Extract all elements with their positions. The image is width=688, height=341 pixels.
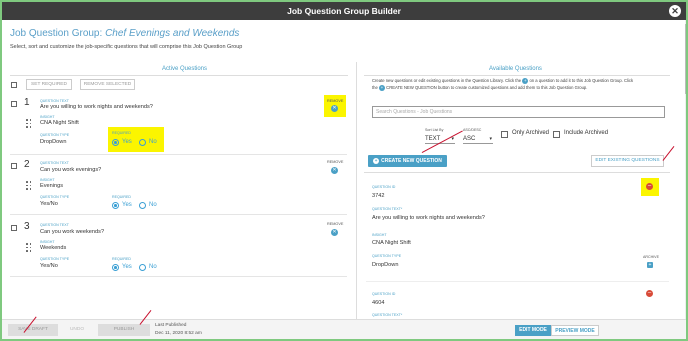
- question-insight: CNA Night Shift: [40, 120, 79, 126]
- required-yes-radio[interactable]: [112, 202, 119, 209]
- set-required-button[interactable]: SET REQUIRED: [26, 79, 72, 90]
- question-text: Can you work weekends?: [40, 229, 105, 235]
- question-type: DropDown: [40, 139, 67, 145]
- required-yes-radio[interactable]: [112, 139, 119, 146]
- question-insight: Evenings: [40, 183, 64, 189]
- page-subtitle: Select, sort and customize the job-speci…: [10, 44, 243, 50]
- question-text: Are you willing to work nights and weeke…: [40, 104, 153, 110]
- create-new-question-button[interactable]: + CREATE NEW QUESTION: [368, 155, 447, 167]
- preview-mode-button[interactable]: PREVIEW MODE: [551, 325, 599, 336]
- include-archived-checkbox[interactable]: [553, 131, 560, 138]
- question-insight: CNA Night Shift: [372, 240, 411, 246]
- window-title: Job Question Group Builder: [287, 6, 401, 16]
- remove-icon[interactable]: –: [646, 183, 653, 190]
- only-archived-checkbox[interactable]: [501, 131, 508, 138]
- last-published-label: Last Published: [155, 323, 187, 328]
- divider: [364, 172, 670, 173]
- required-no-radio[interactable]: [139, 202, 146, 209]
- drag-handle-icon[interactable]: [26, 181, 32, 190]
- drag-handle-icon[interactable]: [26, 243, 32, 252]
- required-no-radio[interactable]: [139, 139, 146, 146]
- title-bar: Job Question Group Builder ✕: [2, 2, 686, 20]
- drag-handle-icon[interactable]: [26, 119, 32, 128]
- remove-icon[interactable]: ✕: [331, 105, 338, 112]
- remove-icon[interactable]: ✕: [331, 229, 338, 236]
- add-icon: +: [379, 84, 385, 91]
- close-icon[interactable]: ✕: [669, 5, 681, 17]
- page-title: Job Question Group: Chef Evenings and We…: [10, 28, 240, 39]
- divider: [10, 75, 348, 76]
- question-text: Are you willing to work nights and weeke…: [372, 215, 485, 221]
- question-checkbox[interactable]: [11, 101, 17, 107]
- group-name: Chef Evenings and Weekends: [105, 28, 240, 39]
- question-insight: Weekends: [40, 245, 67, 251]
- required-yes-radio[interactable]: [112, 264, 119, 271]
- question-checkbox[interactable]: [11, 225, 17, 231]
- order-select[interactable]: ASC: [463, 134, 493, 144]
- question-type: Yes/No: [40, 263, 58, 269]
- question-text: Can you work evenings?: [40, 167, 102, 173]
- question-type: DropDown: [372, 262, 399, 268]
- divider: [364, 75, 670, 76]
- question-checkbox[interactable]: [11, 163, 17, 169]
- remove-selected-button[interactable]: REMOVE SELECTED: [80, 79, 135, 90]
- annotation-arrow: [662, 146, 675, 161]
- search-input[interactable]: Search Questions - Job Questions: [372, 106, 665, 118]
- question-id: 3742: [372, 193, 385, 199]
- last-published-value: Dec 11, 2020 8:52 am: [155, 331, 202, 336]
- question-number: 3: [24, 221, 30, 232]
- question-number: 1: [24, 97, 30, 108]
- question-type: Yes/No: [40, 201, 58, 207]
- add-icon: +: [373, 157, 380, 164]
- undo-button[interactable]: UNDO: [64, 324, 90, 336]
- help-text: Create new questions or edit existing qu…: [372, 78, 634, 91]
- add-icon: +: [522, 78, 529, 84]
- question-id: 4604: [372, 300, 385, 306]
- available-question-card: [366, 178, 669, 282]
- save-draft-button[interactable]: SAVE DRAFT: [8, 324, 58, 336]
- question-number: 2: [24, 159, 30, 170]
- archive-icon[interactable]: +: [647, 262, 653, 268]
- active-questions-title: Active Questions: [162, 66, 208, 72]
- window: Job Question Group Builder ✕ Job Questio…: [0, 0, 688, 341]
- publish-button[interactable]: PUBLISH: [98, 324, 150, 336]
- required-no-radio[interactable]: [139, 264, 146, 271]
- remove-icon[interactable]: ✕: [331, 167, 338, 174]
- edit-mode-button[interactable]: EDIT MODE: [515, 325, 551, 336]
- remove-icon[interactable]: –: [646, 290, 653, 297]
- available-questions-title: Available Questions: [489, 66, 542, 72]
- divider: [356, 62, 357, 319]
- select-all-checkbox[interactable]: [11, 82, 17, 88]
- edit-existing-questions-button[interactable]: EDIT EXISTING QUESTIONS: [591, 155, 664, 167]
